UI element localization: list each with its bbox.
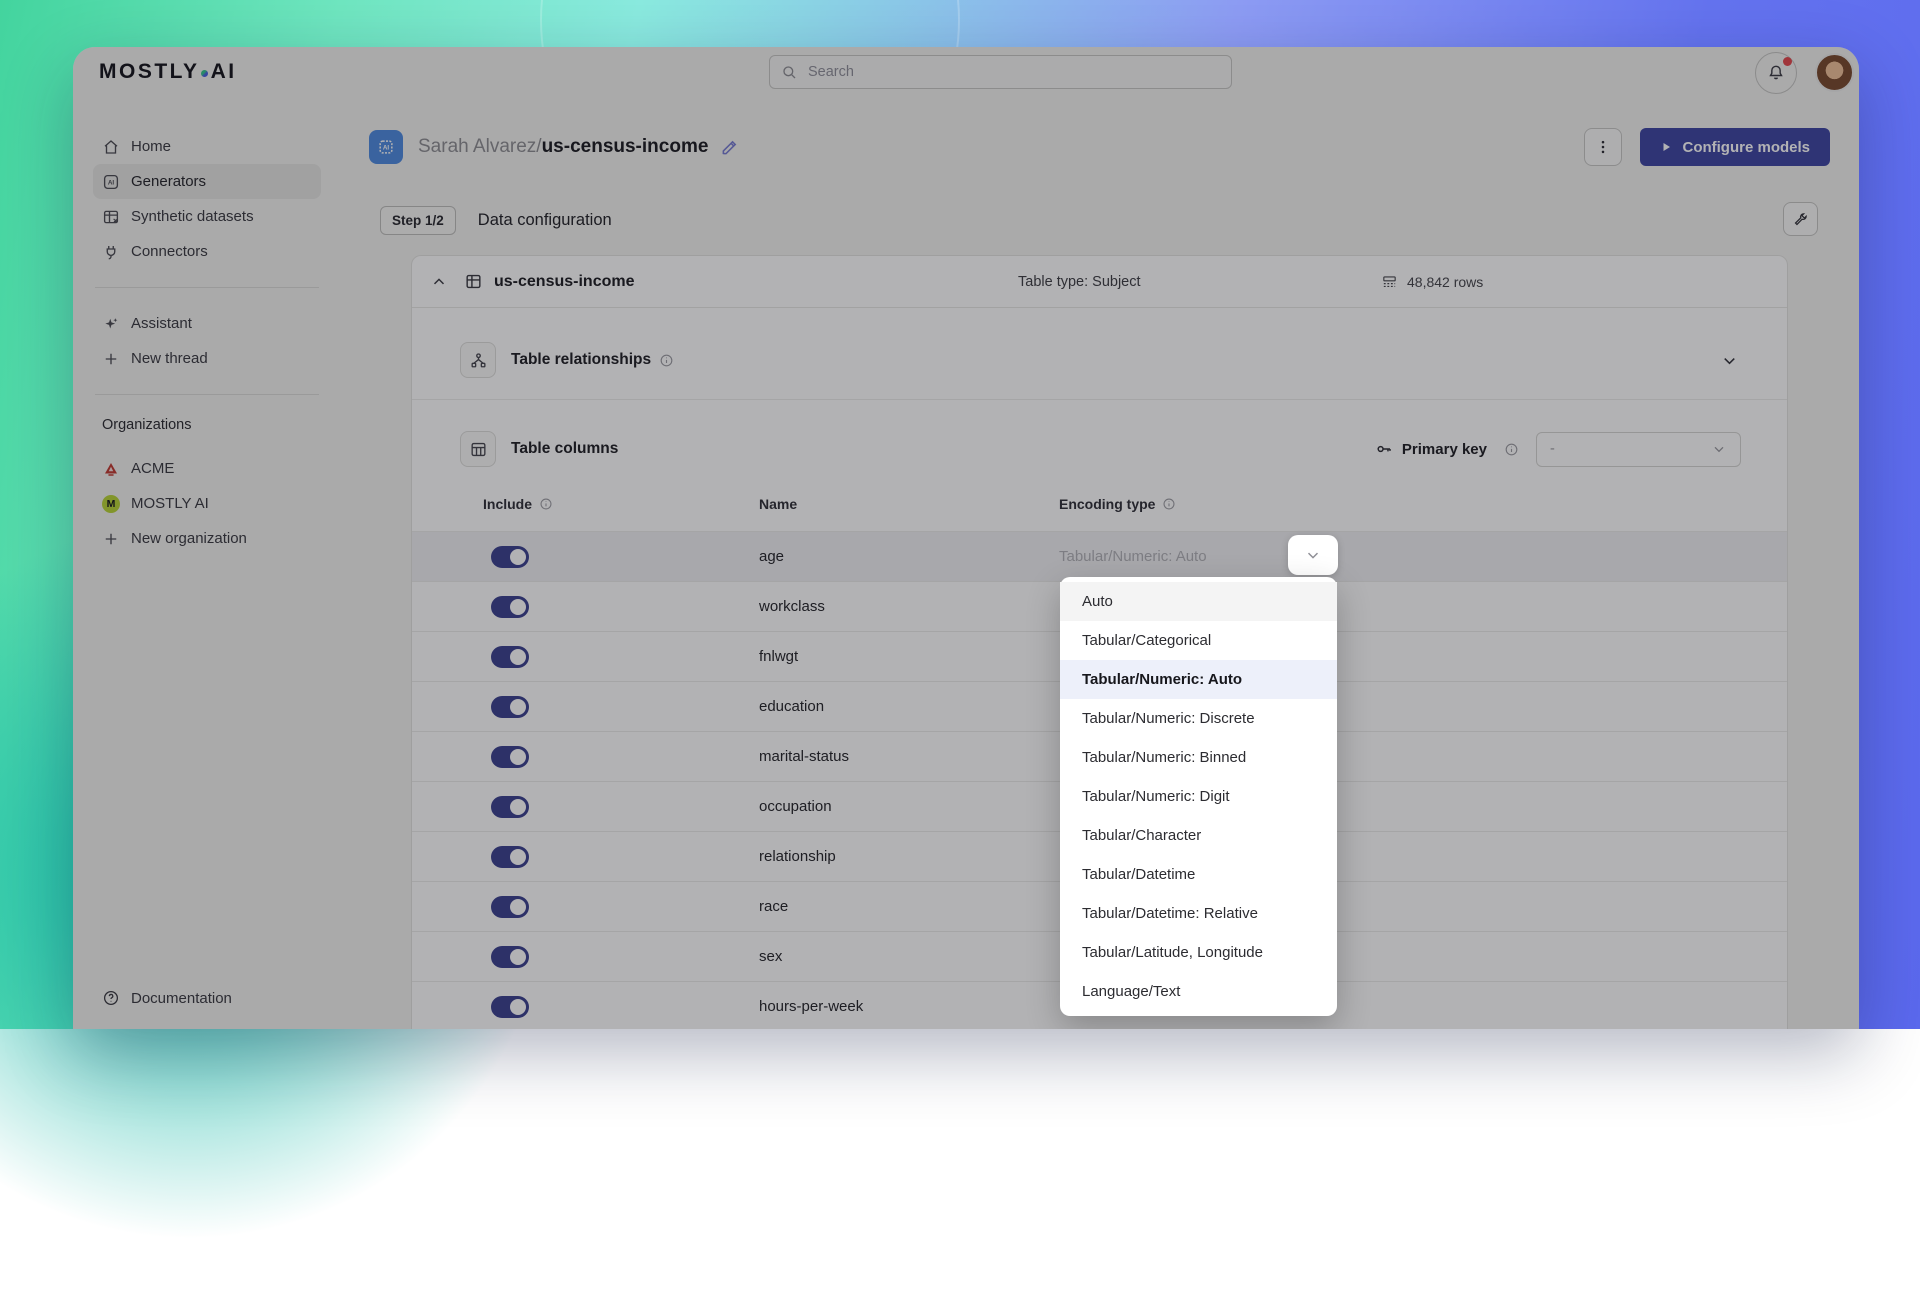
encoding-option[interactable]: Auto (1060, 582, 1337, 621)
encoding-option[interactable]: Tabular/Datetime (1060, 855, 1337, 894)
encoding-option[interactable]: Tabular/Numeric: Auto (1060, 660, 1337, 699)
encoding-option[interactable]: Tabular/Categorical (1060, 621, 1337, 660)
encoding-option[interactable]: Tabular/Numeric: Digit (1060, 777, 1337, 816)
encoding-option[interactable]: Tabular/Character (1060, 816, 1337, 855)
encoding-dropdown-menu: AutoTabular/CategoricalTabular/Numeric: … (1060, 577, 1337, 1016)
encoding-option[interactable]: Tabular/Datetime: Relative (1060, 894, 1337, 933)
dim-overlay (73, 47, 1859, 1029)
app-window: MOSTLY AI Home (73, 47, 1859, 1029)
encoding-option[interactable]: Tabular/Numeric: Binned (1060, 738, 1337, 777)
encoding-option[interactable]: Language/Text (1060, 972, 1337, 1011)
encoding-option[interactable]: Tabular/Latitude, Longitude (1060, 933, 1337, 972)
chevron-down-icon (1304, 546, 1322, 564)
encoding-select-trigger[interactable] (1288, 535, 1338, 575)
encoding-option[interactable]: Tabular/Numeric: Discrete (1060, 699, 1337, 738)
